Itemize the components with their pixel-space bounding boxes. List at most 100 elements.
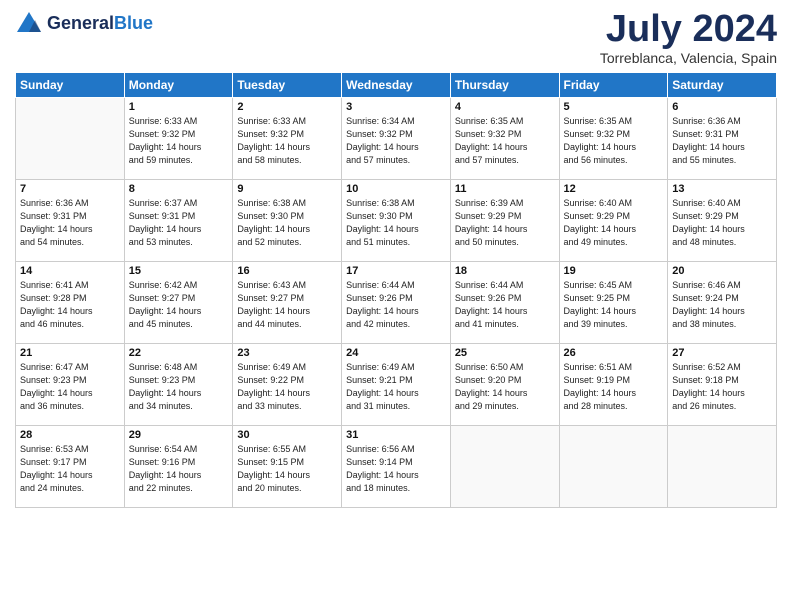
calendar-cell: 5Sunrise: 6:35 AM Sunset: 9:32 PM Daylig… (559, 98, 668, 180)
calendar-cell: 22 Sunrise: 6:48 AM Sunset: 9:23 PM Dayli… (124, 344, 233, 426)
day-header-friday: Friday (559, 73, 668, 98)
calendar-cell: 26Sunrise: 6:51 AM Sunset: 9:19 PM Dayli… (559, 344, 668, 426)
day-info: Sunrise: 6:48 AM Sunset: 9:23 PM Dayligh… (129, 361, 229, 413)
calendar-cell (559, 426, 668, 508)
week-row-3: 14Sunrise: 6:41 AM Sunset: 9:28 PM Dayli… (16, 262, 777, 344)
calendar-cell: 21 Sunrise: 6:47 AM Sunset: 9:23 PM Dayli… (16, 344, 125, 426)
calendar-cell: 24 Sunrise: 6:49 AM Sunset: 9:21 PM Dayli… (342, 344, 451, 426)
calendar-cell: 9 Sunrise: 6:38 AM Sunset: 9:30 PM Daylig… (233, 180, 342, 262)
calendar-cell: 4Sunrise: 6:35 AM Sunset: 9:32 PM Daylig… (450, 98, 559, 180)
day-number: 24 (346, 347, 446, 359)
day-header-thursday: Thursday (450, 73, 559, 98)
calendar-cell: 17Sunrise: 6:44 AM Sunset: 9:26 PM Dayli… (342, 262, 451, 344)
day-info: Sunrise: 6:54 AM Sunset: 9:16 PM Dayligh… (129, 443, 229, 495)
day-info: Sunrise: 6:50 AM Sunset: 9:20 PM Dayligh… (455, 361, 555, 413)
calendar-cell: 28Sunrise: 6:53 AM Sunset: 9:17 PM Dayli… (16, 426, 125, 508)
day-info: Sunrise: 6:47 AM Sunset: 9:23 PM Dayligh… (20, 361, 120, 413)
calendar-cell: 23 Sunrise: 6:49 AM Sunset: 9:22 PM Dayli… (233, 344, 342, 426)
day-number: 6 (672, 101, 772, 113)
week-row-1: 1 Sunrise: 6:33 AM Sunset: 9:32 PM Daylig… (16, 98, 777, 180)
day-number: 8 (129, 183, 229, 195)
calendar-cell: 13 Sunrise: 6:40 AM Sunset: 9:29 PM Dayli… (668, 180, 777, 262)
calendar-cell: 12Sunrise: 6:40 AM Sunset: 9:29 PM Dayli… (559, 180, 668, 262)
day-number: 15 (129, 265, 229, 277)
month-title: July 2024 (600, 10, 777, 48)
day-number: 3 (346, 101, 446, 113)
day-info: Sunrise: 6:39 AM Sunset: 9:29 PM Dayligh… (455, 197, 555, 249)
title-block: July 2024 Torreblanca, Valencia, Spain (600, 10, 777, 66)
logo-general: GeneralBlue (47, 14, 153, 34)
calendar-cell: 27 Sunrise: 6:52 AM Sunset: 9:18 PM Dayli… (668, 344, 777, 426)
day-info: Sunrise: 6:40 AM Sunset: 9:29 PM Dayligh… (672, 197, 772, 249)
day-number: 2 (237, 101, 337, 113)
calendar-cell: 8 Sunrise: 6:37 AM Sunset: 9:31 PM Daylig… (124, 180, 233, 262)
calendar-cell (668, 426, 777, 508)
calendar-cell: 11 Sunrise: 6:39 AM Sunset: 9:29 PM Dayli… (450, 180, 559, 262)
logo: GeneralBlue (15, 10, 153, 38)
day-number: 9 (237, 183, 337, 195)
day-number: 18 (455, 265, 555, 277)
calendar-cell (450, 426, 559, 508)
day-number: 5 (564, 101, 664, 113)
day-number: 7 (20, 183, 120, 195)
day-info: Sunrise: 6:53 AM Sunset: 9:17 PM Dayligh… (20, 443, 120, 495)
day-info: Sunrise: 6:45 AM Sunset: 9:25 PM Dayligh… (564, 279, 664, 331)
day-info: Sunrise: 6:52 AM Sunset: 9:18 PM Dayligh… (672, 361, 772, 413)
day-header-wednesday: Wednesday (342, 73, 451, 98)
day-number: 16 (237, 265, 337, 277)
day-number: 29 (129, 429, 229, 441)
calendar-cell: 2 Sunrise: 6:33 AM Sunset: 9:32 PM Daylig… (233, 98, 342, 180)
day-info: Sunrise: 6:34 AM Sunset: 9:32 PM Dayligh… (346, 115, 446, 167)
calendar-cell: 10 Sunrise: 6:38 AM Sunset: 9:30 PM Dayli… (342, 180, 451, 262)
day-header-monday: Monday (124, 73, 233, 98)
day-info: Sunrise: 6:36 AM Sunset: 9:31 PM Dayligh… (672, 115, 772, 167)
day-info: Sunrise: 6:35 AM Sunset: 9:32 PM Dayligh… (455, 115, 555, 167)
day-info: Sunrise: 6:38 AM Sunset: 9:30 PM Dayligh… (346, 197, 446, 249)
day-number: 30 (237, 429, 337, 441)
calendar-cell: 19Sunrise: 6:45 AM Sunset: 9:25 PM Dayli… (559, 262, 668, 344)
calendar-cell: 31Sunrise: 6:56 AM Sunset: 9:14 PM Dayli… (342, 426, 451, 508)
calendar-cell: 25 Sunrise: 6:50 AM Sunset: 9:20 PM Dayli… (450, 344, 559, 426)
day-number: 20 (672, 265, 772, 277)
week-row-4: 21 Sunrise: 6:47 AM Sunset: 9:23 PM Dayli… (16, 344, 777, 426)
day-info: Sunrise: 6:49 AM Sunset: 9:21 PM Dayligh… (346, 361, 446, 413)
day-info: Sunrise: 6:44 AM Sunset: 9:26 PM Dayligh… (455, 279, 555, 331)
week-row-5: 28Sunrise: 6:53 AM Sunset: 9:17 PM Dayli… (16, 426, 777, 508)
calendar-cell: 16Sunrise: 6:43 AM Sunset: 9:27 PM Dayli… (233, 262, 342, 344)
calendar-cell: 3 Sunrise: 6:34 AM Sunset: 9:32 PM Daylig… (342, 98, 451, 180)
header: GeneralBlue July 2024 Torreblanca, Valen… (15, 10, 777, 66)
day-info: Sunrise: 6:33 AM Sunset: 9:32 PM Dayligh… (237, 115, 337, 167)
calendar-table: SundayMondayTuesdayWednesdayThursdayFrid… (15, 72, 777, 508)
calendar-cell: 1 Sunrise: 6:33 AM Sunset: 9:32 PM Daylig… (124, 98, 233, 180)
day-number: 17 (346, 265, 446, 277)
logo-icon (15, 10, 43, 38)
day-info: Sunrise: 6:38 AM Sunset: 9:30 PM Dayligh… (237, 197, 337, 249)
day-number: 23 (237, 347, 337, 359)
calendar-cell: 30Sunrise: 6:55 AM Sunset: 9:15 PM Dayli… (233, 426, 342, 508)
day-info: Sunrise: 6:46 AM Sunset: 9:24 PM Dayligh… (672, 279, 772, 331)
day-number: 27 (672, 347, 772, 359)
calendar-cell: 20 Sunrise: 6:46 AM Sunset: 9:24 PM Dayli… (668, 262, 777, 344)
calendar-cell: 14Sunrise: 6:41 AM Sunset: 9:28 PM Dayli… (16, 262, 125, 344)
day-number: 21 (20, 347, 120, 359)
day-number: 11 (455, 183, 555, 195)
calendar-cell (16, 98, 125, 180)
day-info: Sunrise: 6:37 AM Sunset: 9:31 PM Dayligh… (129, 197, 229, 249)
day-number: 13 (672, 183, 772, 195)
calendar-cell: 7 Sunrise: 6:36 AM Sunset: 9:31 PM Daylig… (16, 180, 125, 262)
calendar-cell: 18 Sunrise: 6:44 AM Sunset: 9:26 PM Dayli… (450, 262, 559, 344)
day-number: 31 (346, 429, 446, 441)
day-number: 1 (129, 101, 229, 113)
day-number: 25 (455, 347, 555, 359)
day-info: Sunrise: 6:36 AM Sunset: 9:31 PM Dayligh… (20, 197, 120, 249)
calendar-cell: 15Sunrise: 6:42 AM Sunset: 9:27 PM Dayli… (124, 262, 233, 344)
page-container: GeneralBlue July 2024 Torreblanca, Valen… (0, 0, 792, 518)
day-number: 10 (346, 183, 446, 195)
day-header-saturday: Saturday (668, 73, 777, 98)
day-info: Sunrise: 6:51 AM Sunset: 9:19 PM Dayligh… (564, 361, 664, 413)
location: Torreblanca, Valencia, Spain (600, 50, 777, 66)
day-info: Sunrise: 6:49 AM Sunset: 9:22 PM Dayligh… (237, 361, 337, 413)
day-info: Sunrise: 6:40 AM Sunset: 9:29 PM Dayligh… (564, 197, 664, 249)
day-number: 22 (129, 347, 229, 359)
day-info: Sunrise: 6:33 AM Sunset: 9:32 PM Dayligh… (129, 115, 229, 167)
